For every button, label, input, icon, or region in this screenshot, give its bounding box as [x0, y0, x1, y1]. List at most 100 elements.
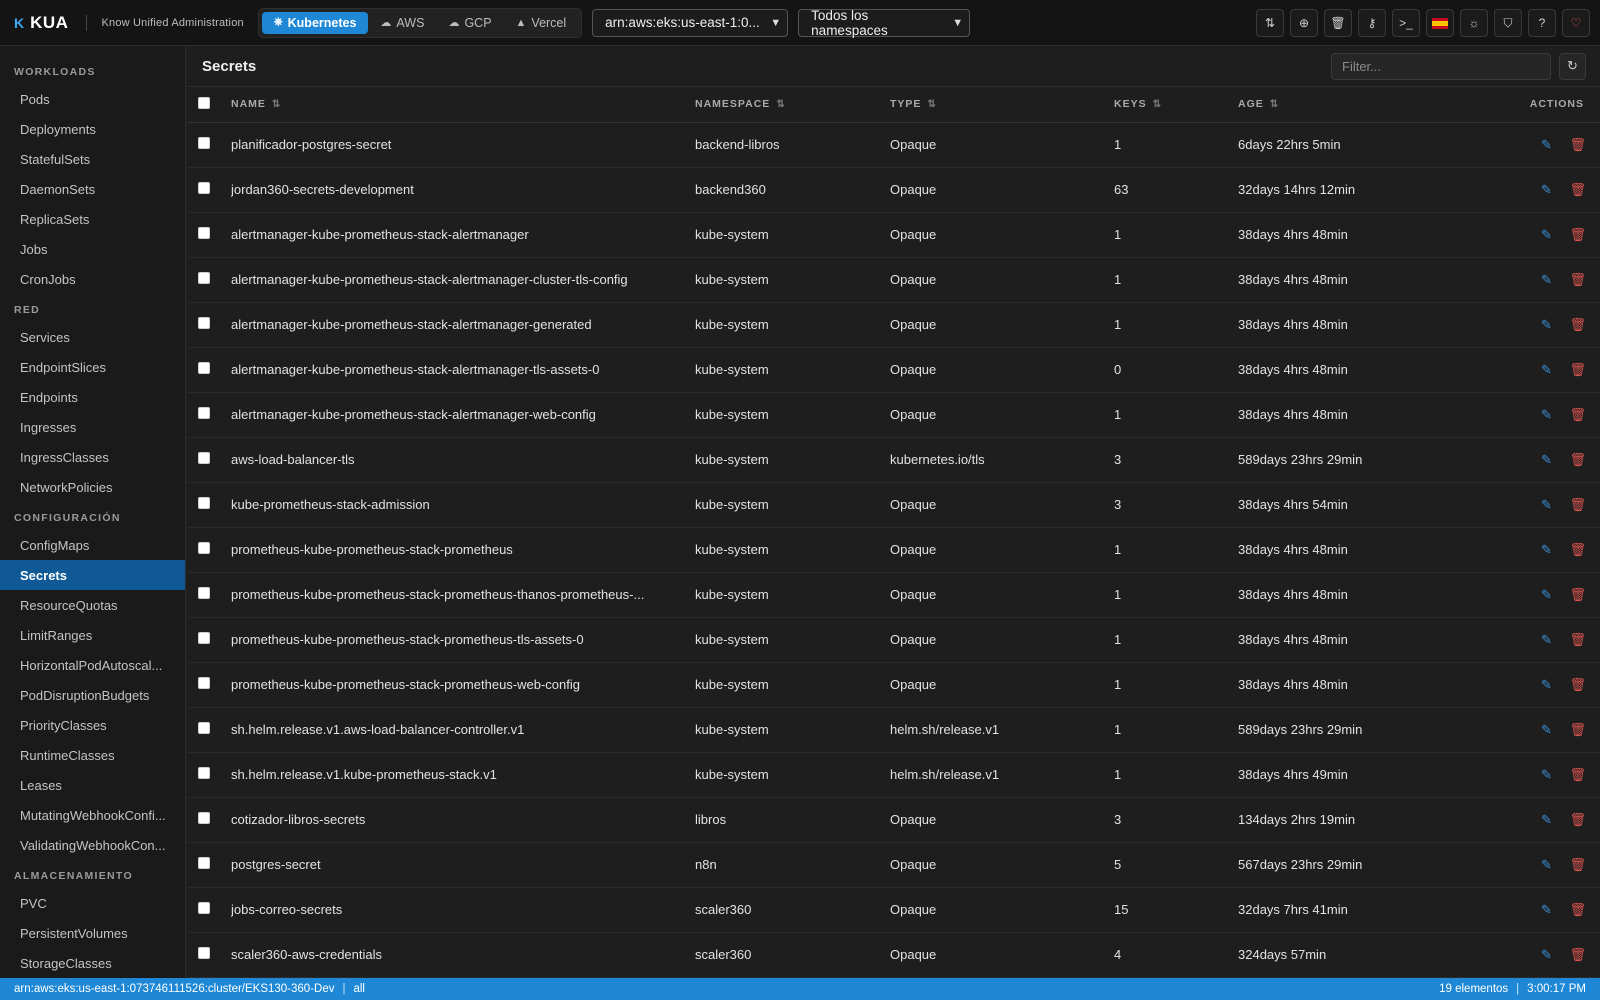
sort-icon[interactable]: ⇅: [1256, 9, 1284, 37]
secret-name[interactable]: alertmanager-kube-prometheus-stack-alert…: [231, 302, 695, 347]
sidebar-item-poddisruptionbudgets[interactable]: PodDisruptionBudgets: [0, 680, 185, 710]
edit-file-icon[interactable]: ✎: [1541, 767, 1552, 782]
edit-file-icon[interactable]: ✎: [1541, 632, 1552, 647]
row-checkbox[interactable]: [198, 407, 210, 419]
row-checkbox[interactable]: [198, 317, 210, 329]
sidebar-item-daemonsets[interactable]: DaemonSets: [0, 174, 185, 204]
row-checkbox[interactable]: [198, 767, 210, 779]
trash-icon[interactable]: 🗑: [1324, 9, 1352, 37]
table-row[interactable]: prometheus-kube-prometheus-stack-prometh…: [187, 617, 1600, 662]
row-checkbox[interactable]: [198, 542, 210, 554]
secret-name[interactable]: planificador-postgres-secret: [231, 122, 695, 167]
row-checkbox[interactable]: [198, 452, 210, 464]
table-row[interactable]: prometheus-kube-prometheus-stack-prometh…: [187, 572, 1600, 617]
sidebar-item-jobs[interactable]: Jobs: [0, 234, 185, 264]
trash-icon[interactable]: 🗑: [1569, 317, 1586, 332]
provider-tab-kubernetes[interactable]: ⎈ Kubernetes: [261, 11, 369, 34]
row-checkbox[interactable]: [198, 902, 210, 914]
sidebar-item-priorityclasses[interactable]: PriorityClasses: [0, 710, 185, 740]
table-row[interactable]: scaler360-aws-credentials scaler360 Opaq…: [187, 932, 1600, 977]
namespace-select[interactable]: Todos los namespaces ▼: [798, 8, 971, 38]
row-checkbox[interactable]: [198, 857, 210, 869]
row-checkbox[interactable]: [198, 632, 210, 644]
secret-name[interactable]: aws-load-balancer-tls: [231, 437, 695, 482]
terminal-icon[interactable]: >_: [1392, 9, 1420, 37]
secret-name[interactable]: alertmanager-kube-prometheus-stack-alert…: [231, 257, 695, 302]
sidebar-item-deployments[interactable]: Deployments: [0, 114, 185, 144]
secret-name[interactable]: postgres-secret: [231, 842, 695, 887]
sidebar-item-endpointslices[interactable]: EndpointSlices: [0, 352, 185, 382]
row-checkbox[interactable]: [198, 362, 210, 374]
trash-icon[interactable]: 🗑: [1569, 947, 1586, 962]
edit-file-icon[interactable]: ✎: [1541, 542, 1552, 557]
edit-file-icon[interactable]: ✎: [1541, 362, 1552, 377]
column-header-namespace[interactable]: NAMESPACE ⇅: [695, 87, 890, 122]
secret-name[interactable]: prometheus-kube-prometheus-stack-prometh…: [231, 617, 695, 662]
provider-tab-vercel[interactable]: ▲ Vercel: [504, 12, 579, 34]
secret-name[interactable]: sh.helm.release.v1.aws-load-balancer-con…: [231, 707, 695, 752]
sidebar-item-mutatingwebhookconfi[interactable]: MutatingWebhookConfi...: [0, 800, 185, 830]
sidebar-item-ingressclasses[interactable]: IngressClasses: [0, 442, 185, 472]
secret-name[interactable]: alertmanager-kube-prometheus-stack-alert…: [231, 212, 695, 257]
table-row[interactable]: sh.helm.release.v1.kube-prometheus-stack…: [187, 752, 1600, 797]
sidebar-item-statefulsets[interactable]: StatefulSets: [0, 144, 185, 174]
edit-file-icon[interactable]: ✎: [1541, 677, 1552, 692]
secret-name[interactable]: scaler360-aws-credentials: [231, 932, 695, 977]
column-header-name[interactable]: NAME ⇅: [231, 87, 695, 122]
row-checkbox[interactable]: [198, 497, 210, 509]
table-row[interactable]: alertmanager-kube-prometheus-stack-alert…: [187, 212, 1600, 257]
sidebar-item-leases[interactable]: Leases: [0, 770, 185, 800]
secret-name[interactable]: prometheus-kube-prometheus-stack-prometh…: [231, 662, 695, 707]
column-header-keys[interactable]: KEYS ⇅: [1114, 87, 1238, 122]
row-checkbox[interactable]: [198, 812, 210, 824]
sidebar-item-persistentvolumes[interactable]: PersistentVolumes: [0, 918, 185, 948]
sidebar-item-pods[interactable]: Pods: [0, 84, 185, 114]
table-row[interactable]: aws-load-balancer-tls kube-system kubern…: [187, 437, 1600, 482]
secret-name[interactable]: jobs-correo-secrets: [231, 887, 695, 932]
secret-name[interactable]: sh.helm.release.v1.kube-prometheus-stack…: [231, 752, 695, 797]
trash-icon[interactable]: 🗑: [1569, 767, 1586, 782]
row-checkbox[interactable]: [198, 587, 210, 599]
flag-es-icon[interactable]: [1426, 9, 1454, 37]
sidebar-item-endpoints[interactable]: Endpoints: [0, 382, 185, 412]
column-header-age[interactable]: AGE ⇅: [1238, 87, 1468, 122]
sidebar-item-networkpolicies[interactable]: NetworkPolicies: [0, 472, 185, 502]
refresh-icon[interactable]: ↻: [1559, 52, 1586, 80]
trash-icon[interactable]: 🗑: [1569, 722, 1586, 737]
secret-name[interactable]: prometheus-kube-prometheus-stack-prometh…: [231, 572, 695, 617]
sidebar-item-secrets[interactable]: Secrets: [0, 560, 185, 590]
edit-file-icon[interactable]: ✎: [1541, 452, 1552, 467]
secret-name[interactable]: jordan360-secrets-development: [231, 167, 695, 212]
row-checkbox[interactable]: [198, 182, 210, 194]
trash-icon[interactable]: 🗑: [1569, 137, 1586, 152]
edit-file-icon[interactable]: ✎: [1541, 857, 1552, 872]
heart-icon[interactable]: ♡: [1562, 9, 1590, 37]
sidebar-item-validatingwebhookcon[interactable]: ValidatingWebhookCon...: [0, 830, 185, 860]
trash-icon[interactable]: 🗑: [1569, 902, 1586, 917]
table-row[interactable]: alertmanager-kube-prometheus-stack-alert…: [187, 257, 1600, 302]
edit-file-icon[interactable]: ✎: [1541, 947, 1552, 962]
secret-name[interactable]: alertmanager-kube-prometheus-stack-alert…: [231, 392, 695, 437]
row-checkbox[interactable]: [198, 677, 210, 689]
sidebar-item-ingresses[interactable]: Ingresses: [0, 412, 185, 442]
table-row[interactable]: jobs-correo-secrets scaler360 Opaque 15 …: [187, 887, 1600, 932]
table-row[interactable]: prometheus-kube-prometheus-stack-prometh…: [187, 662, 1600, 707]
trash-icon[interactable]: 🗑: [1569, 407, 1586, 422]
table-row[interactable]: alertmanager-kube-prometheus-stack-alert…: [187, 347, 1600, 392]
trash-icon[interactable]: 🗑: [1569, 677, 1586, 692]
sun-icon[interactable]: ☼: [1460, 9, 1488, 37]
secret-name[interactable]: prometheus-kube-prometheus-stack-prometh…: [231, 527, 695, 572]
edit-file-icon[interactable]: ✎: [1541, 317, 1552, 332]
edit-file-icon[interactable]: ✎: [1541, 722, 1552, 737]
shield-icon[interactable]: ⛉: [1494, 9, 1522, 37]
row-checkbox[interactable]: [198, 227, 210, 239]
secret-name[interactable]: kube-prometheus-stack-admission: [231, 482, 695, 527]
table-row[interactable]: prometheus-kube-prometheus-stack-prometh…: [187, 527, 1600, 572]
secret-name[interactable]: alertmanager-kube-prometheus-stack-alert…: [231, 347, 695, 392]
trash-icon[interactable]: 🗑: [1569, 542, 1586, 557]
help-icon[interactable]: ?: [1528, 9, 1556, 37]
table-row[interactable]: alertmanager-kube-prometheus-stack-alert…: [187, 392, 1600, 437]
sidebar-item-replicasets[interactable]: ReplicaSets: [0, 204, 185, 234]
secret-name[interactable]: cotizador-libros-secrets: [231, 797, 695, 842]
edit-file-icon[interactable]: ✎: [1541, 902, 1552, 917]
